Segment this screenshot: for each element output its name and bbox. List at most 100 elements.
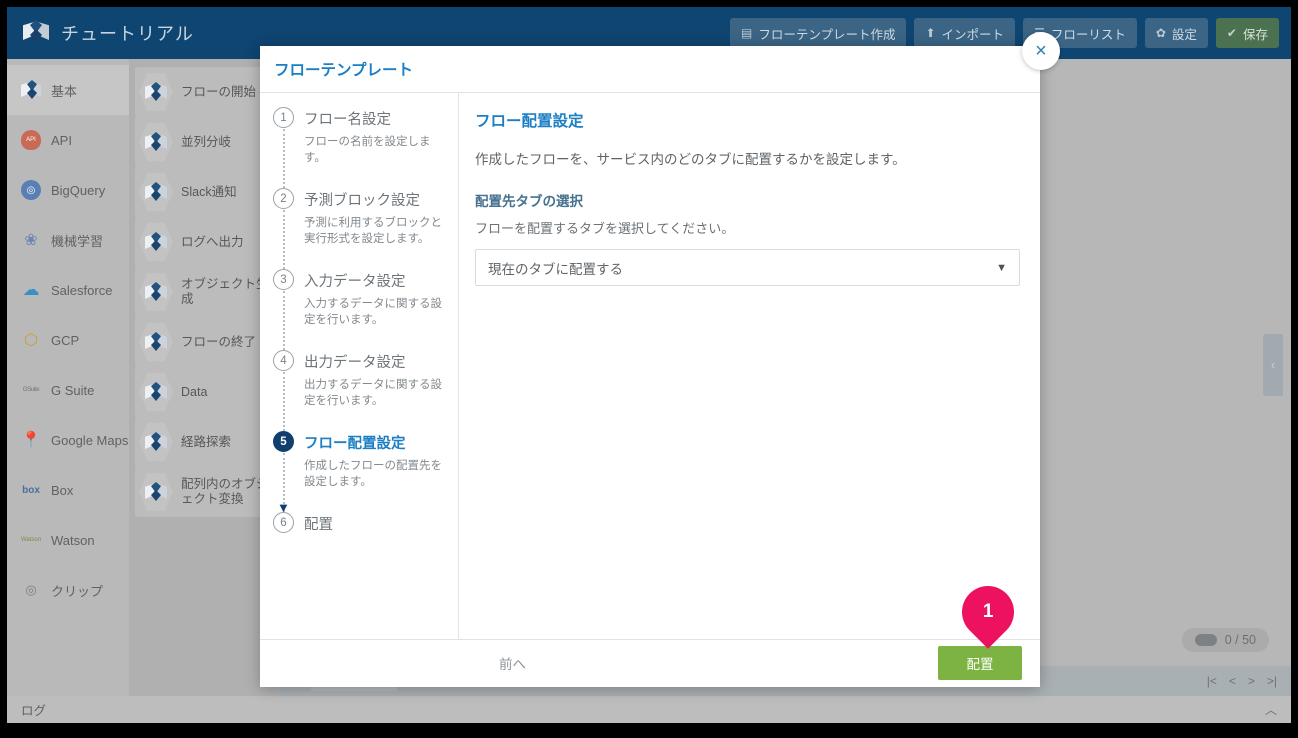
block-item[interactable]: Slack通知 <box>135 167 275 217</box>
step-title: フロー名設定 <box>304 112 391 128</box>
field-label-target-tab: 配置先タブの選択 <box>475 194 583 209</box>
step-predict-block[interactable]: 2 予測ブロック設定 予測に利用するブロックと実行形式を設定します。 <box>273 188 458 247</box>
pane-description: 作成したフローを、サービス内のどのタブに配置するかを設定します。 <box>475 152 906 167</box>
settings-button[interactable]: ✿ 設定 <box>1144 18 1208 48</box>
step-description: 出力するデータに関する設定を行います。 <box>304 379 442 407</box>
block-label: フローの開始 <box>181 84 257 99</box>
api-cloud-icon: API <box>21 130 41 150</box>
back-button[interactable]: 前へ <box>499 653 526 673</box>
step-title: 出力データ設定 <box>304 355 406 371</box>
sidebar-label-salesforce: Salesforce <box>51 282 113 298</box>
block-item[interactable]: フローの開始 <box>135 67 275 117</box>
field-hint-target-tab: フローを配置するタブを選択してください。 <box>475 221 735 236</box>
block-counter-value: 0 / 50 <box>1224 633 1256 647</box>
import-label: インポート <box>941 27 1005 42</box>
block-item[interactable]: オブジェクト生成 <box>135 267 275 317</box>
sidebar-item-basic[interactable]: 基本 <box>7 65 136 115</box>
sidebar-item-gcp[interactable]: ⬡ GCP <box>7 315 129 365</box>
cube-icon <box>21 80 41 100</box>
step-description: フローの名前を設定します。 <box>304 136 431 164</box>
block-item[interactable]: 並列分岐 <box>135 117 275 167</box>
step-output-data[interactable]: 4 出力データ設定 出力するデータに関する設定を行います。 <box>273 350 458 409</box>
sidebar-item-gsuite[interactable]: GSuite G Suite <box>7 365 129 415</box>
hexagon-cube-icon <box>139 473 173 511</box>
block-label: ログへ出力 <box>181 234 244 249</box>
modal-body: 1 フロー名設定 フローの名前を設定します。 2 予測ブロック設定 予測に利用す… <box>260 93 1040 639</box>
import-button[interactable]: ⬆ インポート <box>914 18 1016 48</box>
sidebar-label-gcp: GCP <box>51 332 80 348</box>
place-button[interactable]: 配置 <box>938 646 1022 680</box>
app-title: チュートリアル <box>61 24 194 44</box>
sidebar-item-bigquery[interactable]: ◎ BigQuery <box>7 165 129 215</box>
block-label: Slack通知 <box>181 184 237 199</box>
block-item[interactable]: フローの終了 <box>135 317 275 367</box>
sidebar-label-basic: 基本 <box>51 83 78 99</box>
create-flow-template-button[interactable]: ▤ フローテンプレート作成 <box>730 18 907 48</box>
step-flow-placement[interactable]: 5 フロー配置設定 作成したフローの配置先を設定します。 <box>273 431 458 490</box>
sidebar-item-box[interactable]: box Box <box>7 465 129 515</box>
block-item[interactable]: 経路探索 <box>135 417 275 467</box>
hexagon-cube-icon <box>139 73 173 111</box>
step-list: 1 フロー名設定 フローの名前を設定します。 2 予測ブロック設定 予測に利用す… <box>260 93 459 639</box>
flow-template-modal: × フローテンプレート 1 フロー名設定 フローの名前を設定します。 2 予測ブ… <box>260 32 1060 687</box>
step-title: フロー配置設定 <box>304 436 406 452</box>
create-flow-template-label: フローテンプレート作成 <box>758 27 896 42</box>
salesforce-icon: ☁ <box>22 280 40 299</box>
header-actions: ▤ フローテンプレート作成 ⬆ インポート ☰ フローリスト ✿ 設定 ✔ 保存 <box>730 18 1291 48</box>
cube-logo-icon <box>23 20 49 46</box>
flow-list-label: フローリスト <box>1050 27 1126 42</box>
sidebar-item-google-maps[interactable]: 📍 Google Maps <box>7 415 129 465</box>
check-circle-icon: ✔ <box>1226 26 1237 40</box>
pager-first[interactable]: |< <box>1207 674 1217 688</box>
step-flow-name[interactable]: 1 フロー名設定 フローの名前を設定します。 <box>273 107 458 166</box>
save-button[interactable]: ✔ 保存 <box>1215 18 1279 48</box>
step-number: 3 <box>273 269 294 290</box>
step-input-data[interactable]: 3 入力データ設定 入力するデータに関する設定を行います。 <box>273 269 458 328</box>
pager-last[interactable]: >| <box>1267 674 1277 688</box>
target-tab-select-value: 現在のタブに配置する <box>488 261 623 277</box>
step-wrapper: 6 配置 <box>273 512 458 534</box>
log-label: ログ <box>21 704 47 718</box>
log-bar: ログ ︿ <box>7 696 1291 723</box>
block-label: 経路探索 <box>181 434 232 449</box>
hexagon-cube-icon <box>139 373 173 411</box>
block-item[interactable]: Data <box>135 367 275 417</box>
target-tab-select[interactable]: 現在のタブに配置する ▼ <box>475 249 1020 286</box>
sidebar-item-salesforce[interactable]: ☁ Salesforce <box>7 265 129 315</box>
step-wrapper: ▼ 5 フロー配置設定 作成したフローの配置先を設定します。 <box>273 431 458 514</box>
gear-icon: ✿ <box>1155 26 1166 40</box>
close-icon[interactable]: × <box>1022 32 1060 70</box>
category-sidebar: 基本 API API ◎ BigQuery ❀ 機械学習 ☁ Salesforc… <box>7 59 136 696</box>
chevron-up-icon[interactable]: ︿ <box>1265 701 1277 718</box>
chevron-left-icon[interactable]: ‹ <box>1263 334 1283 396</box>
bigquery-icon: ◎ <box>21 180 41 200</box>
hexagon-cube-icon <box>139 123 173 161</box>
step-place[interactable]: 6 配置 <box>273 512 458 534</box>
step-description: 作成したフローの配置先を設定します。 <box>304 460 442 488</box>
sidebar-item-clip[interactable]: ◎ クリップ <box>7 565 129 615</box>
hexagon-cube-icon <box>139 223 173 261</box>
pager-prev[interactable]: < <box>1229 674 1236 688</box>
sidebar-label-api: API <box>51 132 72 148</box>
step-wrapper: 2 予測ブロック設定 予測に利用するブロックと実行形式を設定します。 <box>273 188 458 269</box>
chevron-down-icon: ▼ <box>996 261 1007 274</box>
sidebar-label-machine-learning: 機械学習 <box>51 233 104 249</box>
settings-pane: フロー配置設定 作成したフローを、サービス内のどのタブに配置するかを設定します。… <box>459 93 1040 639</box>
sidebar-item-watson[interactable]: Watson Watson <box>7 515 129 565</box>
step-description: 入力するデータに関する設定を行います。 <box>304 298 442 326</box>
hexagon-cube-icon <box>139 423 173 461</box>
block-item[interactable]: ログへ出力 <box>135 217 275 267</box>
settings-label: 設定 <box>1171 27 1197 42</box>
block-item[interactable]: 配列内のオブジェクト変換 <box>135 467 275 517</box>
toggle-pill-icon[interactable] <box>1194 634 1217 646</box>
pager-next[interactable]: > <box>1248 674 1255 688</box>
step-number: 6 <box>273 512 294 533</box>
map-pin-icon: 📍 <box>21 432 41 449</box>
upload-icon: ⬆ <box>925 26 936 40</box>
hexagon-cube-icon <box>139 273 173 311</box>
sidebar-label-clip: クリップ <box>51 583 104 599</box>
sidebar-item-machine-learning[interactable]: ❀ 機械学習 <box>7 215 129 265</box>
sidebar-item-api[interactable]: API API <box>7 115 129 165</box>
box-icon: box <box>22 484 40 496</box>
save-label: 保存 <box>1242 27 1268 42</box>
